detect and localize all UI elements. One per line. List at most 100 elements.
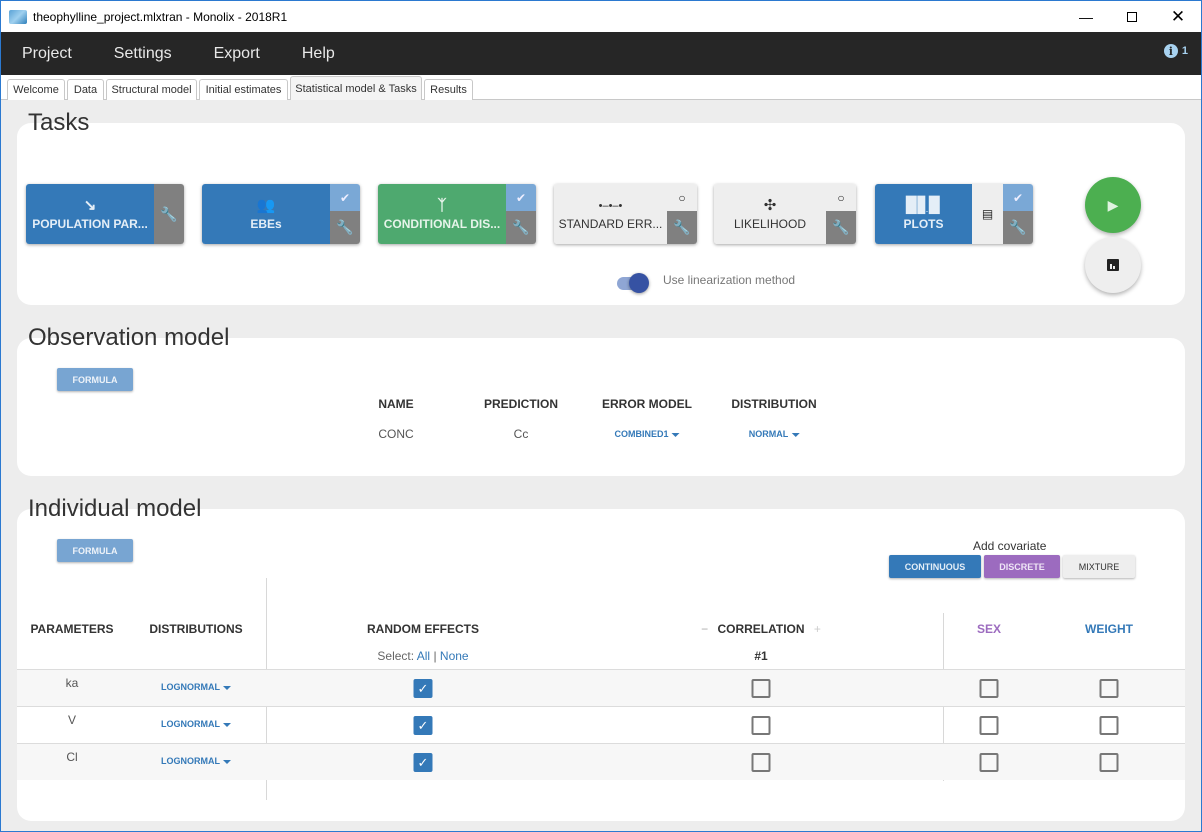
menu-bar: Project Settings Export Help i 1 <box>1 32 1201 75</box>
select-row: Select: All | None <box>377 649 468 663</box>
tab-data[interactable]: Data <box>67 79 104 100</box>
check-circle-icon[interactable]: ✔ <box>1003 184 1033 211</box>
weight-covariate-checkbox[interactable] <box>1099 679 1119 698</box>
weight-covariate-checkbox[interactable] <box>1099 716 1119 735</box>
observation-prediction: Cc <box>513 427 529 441</box>
wrench-icon[interactable]: 🔧 <box>506 211 536 244</box>
individual-formula-button[interactable]: FORMULA <box>57 539 133 562</box>
distribution-dropdown[interactable]: NORMAL <box>749 429 800 439</box>
distribution-value: LOGNORMAL <box>161 756 220 766</box>
monitoring-button[interactable] <box>1085 237 1141 293</box>
plot-list-icon[interactable]: ▤ <box>972 184 1003 244</box>
observation-formula-button[interactable]: FORMULA <box>57 368 133 391</box>
mixture-covariate-button[interactable]: MIXTURE <box>1063 555 1135 578</box>
observation-name: CONC <box>378 427 414 441</box>
sex-covariate-checkbox[interactable] <box>979 679 999 698</box>
individual-model-panel: FORMULA Add covariate CONTINUOUS DISCRET… <box>17 509 1185 821</box>
header-weight: WEIGHT <box>1085 622 1133 636</box>
maximize-icon <box>1127 11 1137 22</box>
header-prediction: PREDICTION <box>483 397 559 411</box>
menu-settings[interactable]: Settings <box>114 45 172 63</box>
parameter-name: V <box>67 713 77 727</box>
random-effect-checkbox[interactable]: ✓ <box>413 679 433 698</box>
task-population-parameters[interactable]: ↘ POPULATION PAR... 🔧 <box>26 184 184 244</box>
wrench-icon[interactable]: 🔧 <box>667 211 697 244</box>
header-sex: SEX <box>976 622 1002 636</box>
sex-covariate-checkbox[interactable] <box>979 753 999 772</box>
header-correlation: − CORRELATION + <box>701 622 821 636</box>
tasks-title: Tasks <box>28 109 90 136</box>
tab-welcome[interactable]: Welcome <box>7 79 65 100</box>
minimize-icon: — <box>1079 8 1093 25</box>
caret-down-icon <box>791 432 800 437</box>
check-icon: ✓ <box>417 717 429 733</box>
remove-correlation-button[interactable]: − <box>701 622 708 636</box>
linearization-toggle[interactable] <box>615 271 651 295</box>
observation-model-panel: FORMULA NAME PREDICTION ERROR MODEL DIST… <box>17 338 1185 476</box>
menu-export[interactable]: Export <box>214 45 260 63</box>
task-label: CONDITIONAL DIS... <box>383 216 501 231</box>
wrench-icon[interactable]: 🔧 <box>826 211 856 244</box>
weight-covariate-checkbox[interactable] <box>1099 753 1119 772</box>
circle-icon[interactable]: ○ <box>826 184 856 211</box>
table-row: ka LOGNORMAL ✓ <box>17 669 1185 706</box>
table-row: Cl LOGNORMAL ✓ <box>17 743 1185 780</box>
close-button[interactable]: ✕ <box>1155 1 1201 32</box>
close-icon: ✕ <box>1170 6 1186 26</box>
bar-chart-icon: ▉▋▉ <box>906 196 941 214</box>
select-all-link[interactable]: All <box>417 649 430 663</box>
error-model-dropdown[interactable]: COMBINED1 <box>614 429 680 439</box>
table-row: V LOGNORMAL ✓ <box>17 706 1185 743</box>
parameter-name: ka <box>65 676 79 690</box>
tab-structural-model[interactable]: Structural model <box>106 79 197 100</box>
circle-icon[interactable]: ○ <box>667 184 697 211</box>
tab-results[interactable]: Results <box>424 79 473 100</box>
menu-project[interactable]: Project <box>22 45 72 63</box>
observation-model-title: Observation model <box>28 324 230 351</box>
correlation-checkbox[interactable] <box>751 753 771 772</box>
distribution-dropdown[interactable]: LOGNORMAL <box>161 756 231 766</box>
dots-line-icon: •–•–• <box>598 199 623 212</box>
wrench-icon[interactable]: 🔧 <box>330 211 360 244</box>
tab-initial-estimates[interactable]: Initial estimates <box>199 79 288 100</box>
task-label: POPULATION PAR... <box>32 216 148 231</box>
maximize-button[interactable] <box>1109 1 1155 32</box>
header-distributions: DISTRIBUTIONS <box>149 622 243 636</box>
check-icon: ✓ <box>417 754 429 770</box>
wrench-icon[interactable]: 🔧 <box>154 184 184 244</box>
run-button[interactable]: ▶ <box>1085 177 1141 233</box>
sex-covariate-checkbox[interactable] <box>979 716 999 735</box>
wrench-icon[interactable]: 🔧 <box>1003 211 1033 244</box>
caret-down-icon <box>223 685 231 690</box>
correlation-checkbox[interactable] <box>751 679 771 698</box>
people-icon: 👥 <box>256 196 276 214</box>
task-label: PLOTS <box>903 216 944 231</box>
parameter-name: Cl <box>66 750 78 764</box>
header-parameters: PARAMETERS <box>30 622 114 636</box>
add-correlation-button[interactable]: + <box>814 622 821 636</box>
caret-down-icon <box>671 432 680 437</box>
task-label: STANDARD ERR... <box>558 216 663 231</box>
check-circle-icon[interactable]: ✔ <box>506 184 536 211</box>
menu-help[interactable]: Help <box>302 45 335 63</box>
info-notifications[interactable]: i 1 <box>1163 44 1188 58</box>
distribution-dropdown[interactable]: LOGNORMAL <box>161 719 231 729</box>
play-icon: ▶ <box>1107 196 1119 213</box>
distribution-dropdown[interactable]: LOGNORMAL <box>161 682 231 692</box>
task-standard-errors[interactable]: •–•–• STANDARD ERR... ○ 🔧 <box>554 184 697 244</box>
discrete-covariate-button[interactable]: DISCRETE <box>984 555 1060 578</box>
check-circle-icon[interactable]: ✔ <box>330 184 360 211</box>
correlation-checkbox[interactable] <box>751 716 771 735</box>
task-ebes[interactable]: 👥 EBEs ✔ 🔧 <box>202 184 360 244</box>
task-plots[interactable]: ▉▋▉ PLOTS ▤ ✔ 🔧 <box>875 184 1033 244</box>
random-effect-checkbox[interactable]: ✓ <box>413 753 433 772</box>
tab-statistical-model-tasks[interactable]: Statistical model & Tasks <box>290 76 422 100</box>
random-effect-checkbox[interactable]: ✓ <box>413 716 433 735</box>
trend-down-icon: ↘ <box>83 196 97 214</box>
minimize-button[interactable]: — <box>1063 1 1109 32</box>
select-none-link[interactable]: None <box>440 649 469 663</box>
task-likelihood[interactable]: ✣ LIKELIHOOD ○ 🔧 <box>714 184 856 244</box>
continuous-covariate-button[interactable]: CONTINUOUS <box>889 555 981 578</box>
distribution-value: LOGNORMAL <box>161 719 220 729</box>
task-conditional-distribution[interactable]: ᛉ CONDITIONAL DIS... ✔ 🔧 <box>378 184 536 244</box>
